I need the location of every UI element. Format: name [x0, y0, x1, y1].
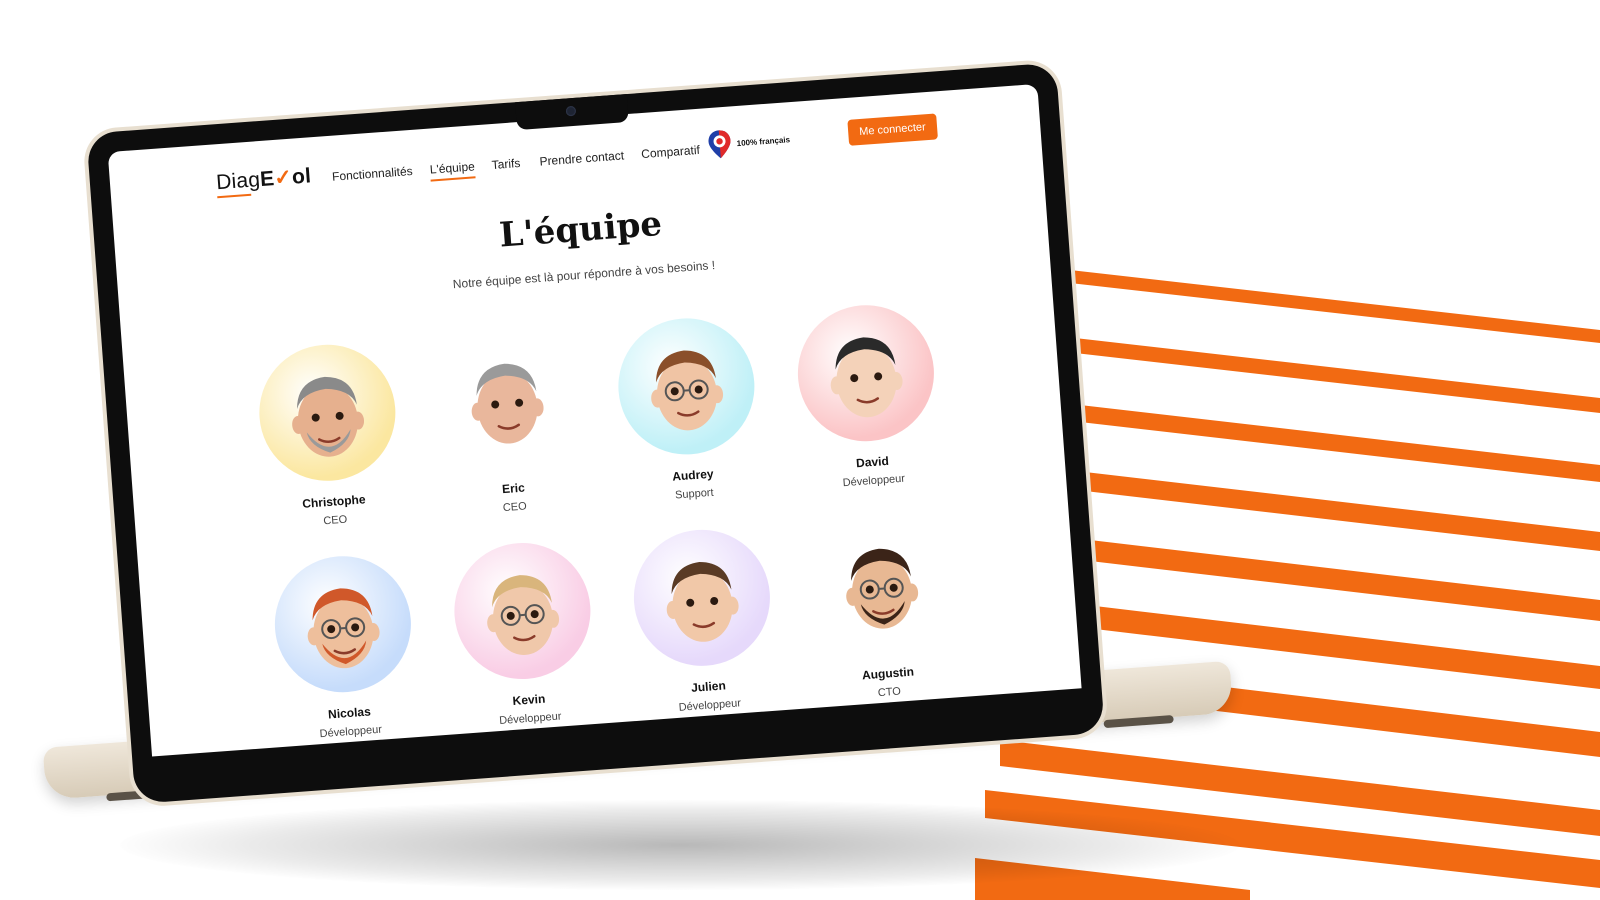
nav-link-tarifs[interactable]: Tarifs	[491, 156, 521, 172]
memoji-face-icon	[487, 575, 560, 655]
team-member-julien: Julien Développeur	[617, 524, 790, 717]
laptop-lid: DiagE✓ol Fonctionnalités L'équipe Tarifs…	[82, 58, 1110, 809]
login-button[interactable]: Me connecter	[847, 113, 938, 146]
team-member-eric: Eric CEO	[422, 326, 595, 519]
nav-link-prendre-contact[interactable]: Prendre contact	[539, 148, 625, 168]
avatar	[793, 300, 939, 447]
avatar	[434, 326, 580, 473]
laptop-screen: DiagE✓ol Fonctionnalités L'équipe Tarifs…	[107, 83, 1082, 757]
nav-link-fonctionnalites[interactable]: Fonctionnalités	[332, 164, 414, 184]
memoji-face-icon	[307, 588, 380, 669]
avatar	[613, 313, 760, 460]
memoji-face-icon	[830, 337, 903, 418]
diagevol-logo[interactable]: DiagE✓ol	[215, 163, 312, 199]
memoji-face-icon	[471, 363, 544, 444]
memoji-face-icon	[651, 350, 724, 431]
nav-link-comparatif[interactable]: Comparatif	[641, 143, 701, 161]
check-icon: ✓	[273, 165, 293, 191]
memoji-face-icon	[292, 376, 365, 457]
team-member-christophe: Christophe CEO	[243, 339, 416, 532]
team-member-audrey: Audrey Support	[602, 313, 775, 506]
team-member-nicolas: Nicolas Développeur	[258, 551, 431, 744]
badge-label: 100% français	[736, 134, 791, 148]
avatar	[808, 511, 955, 658]
memoji-face-icon	[666, 561, 739, 642]
team-member-augustin: Augustin CTO	[797, 511, 970, 704]
team-member-kevin: Kevin Développeur	[438, 537, 611, 730]
team-member-david: David Développeur	[781, 300, 954, 493]
memoji-face-icon	[846, 548, 919, 629]
laptop-bezel: DiagE✓ol Fonctionnalités L'équipe Tarifs…	[86, 62, 1105, 804]
french-badge: 100% français	[706, 124, 791, 160]
avatar	[629, 525, 775, 671]
location-pin-icon	[708, 130, 731, 159]
avatar	[270, 551, 416, 698]
avatar	[254, 339, 401, 486]
nav-link-equipe[interactable]: L'équipe	[429, 159, 475, 176]
avatar	[449, 538, 596, 684]
